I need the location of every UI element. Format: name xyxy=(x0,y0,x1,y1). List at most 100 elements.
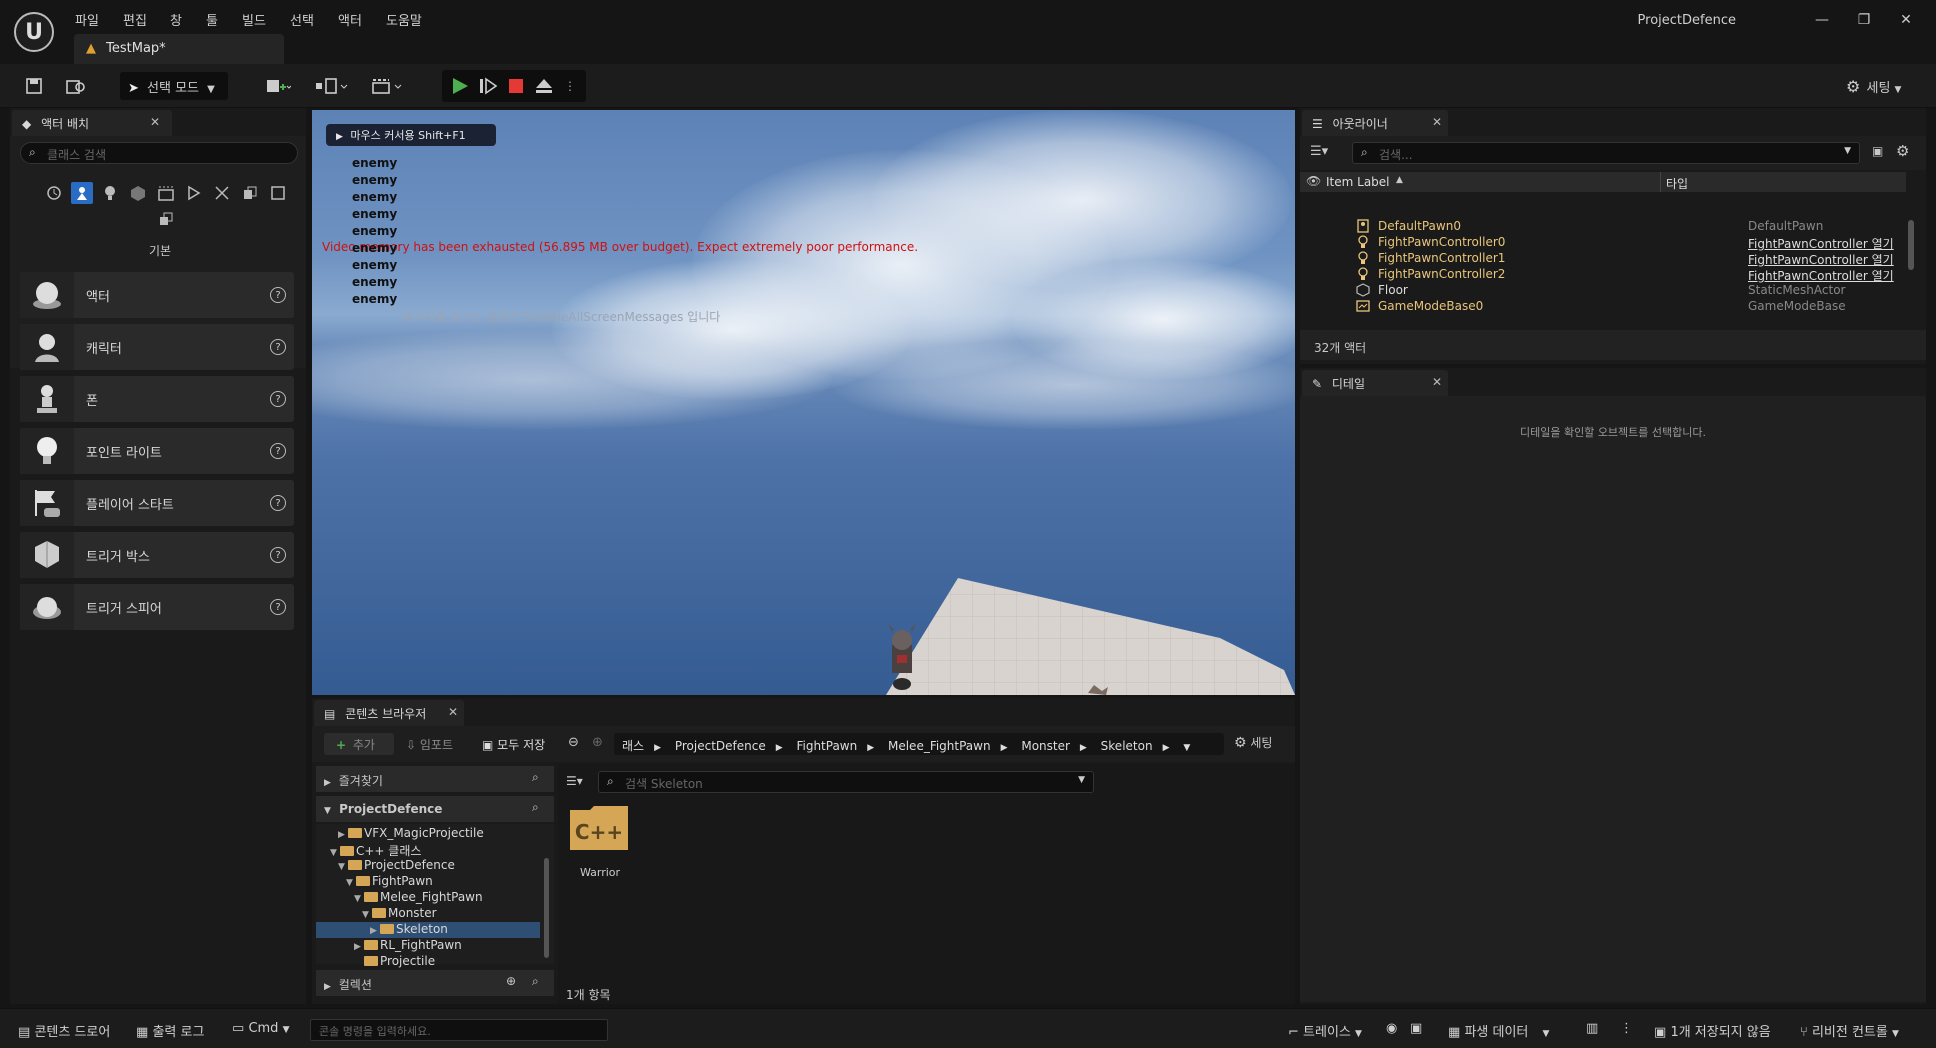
place-item-actor[interactable]: 액터 ? xyxy=(20,272,294,318)
tree-scrollbar[interactable] xyxy=(544,858,549,958)
col-item-label[interactable]: Item Label xyxy=(1326,175,1390,189)
place-item-player-start[interactable]: 플레이어 스타트 ? xyxy=(20,480,294,526)
add-actor-icon[interactable] xyxy=(258,72,298,100)
folder-tree-item[interactable]: ▼ FightPawn xyxy=(316,874,540,890)
chevron-right-icon[interactable]: ▶ xyxy=(338,830,348,840)
chevron-down-icon[interactable]: ▼ xyxy=(1078,775,1085,785)
more-options-icon[interactable]: ⋮ xyxy=(1620,1021,1633,1036)
breadcrumb-item[interactable]: FightPawn xyxy=(796,739,857,753)
class-search-input[interactable]: ⌕ 클래스 검색 xyxy=(20,142,298,164)
chevron-down-icon[interactable]: ▼ xyxy=(362,910,372,920)
folder-tree-item[interactable]: ▼ Melee_FightPawn xyxy=(316,890,540,906)
folder-tree-item[interactable]: ▼ Monster xyxy=(316,906,540,922)
breadcrumb-item[interactable]: Skeleton xyxy=(1101,739,1153,753)
outliner-scrollbar[interactable] xyxy=(1908,220,1914,270)
chevron-down-icon[interactable]: ▼ xyxy=(1183,743,1190,753)
close-icon[interactable]: ✕ xyxy=(1432,375,1442,389)
revision-control-button[interactable]: ⑂ 리비전 컨트롤 ▼ xyxy=(1800,1021,1899,1040)
record-icon[interactable]: ◉ xyxy=(1386,1021,1397,1036)
menu-help[interactable]: 도움말 xyxy=(386,10,422,29)
chevron-down-icon[interactable]: ▼ xyxy=(338,862,348,872)
breadcrumb-item[interactable]: ProjectDefence xyxy=(675,739,766,753)
camera-icon[interactable]: ▣ xyxy=(1410,1021,1422,1036)
help-icon[interactable]: ? xyxy=(270,287,286,303)
folder-tree-item[interactable]: ▶ RL_FightPawn xyxy=(316,938,540,954)
recent-icon[interactable] xyxy=(43,182,65,204)
level-viewport[interactable]: ▶ 마우스 커서용 Shift+F1 Video memory has been… xyxy=(312,110,1295,695)
import-button[interactable]: ⇩ 임포트 xyxy=(406,736,453,753)
help-icon[interactable]: ? xyxy=(270,339,286,355)
folder-tree-item[interactable]: ▶ Skeleton xyxy=(316,922,540,938)
save-icon[interactable] xyxy=(20,72,48,100)
extra-category-icon[interactable] xyxy=(155,208,177,230)
gear-icon[interactable]: ⚙ xyxy=(1896,142,1909,160)
menu-window[interactable]: 창 xyxy=(170,10,182,29)
play-icon[interactable] xyxy=(448,74,472,98)
unsaved-button[interactable]: ▣ 1개 저장되지 않음 xyxy=(1654,1021,1771,1040)
menu-edit[interactable]: 편집 xyxy=(123,10,147,29)
chevron-down-icon[interactable]: ▼ xyxy=(1844,146,1851,156)
step-icon[interactable] xyxy=(476,74,500,98)
col-type[interactable]: 타입 xyxy=(1666,175,1688,192)
visual-effects-icon[interactable] xyxy=(183,182,205,204)
volumes-icon[interactable] xyxy=(211,182,233,204)
place-item-trigger-box[interactable]: 트리거 박스 ? xyxy=(20,532,294,578)
asset-tile-warrior[interactable]: C++ Warrior xyxy=(566,802,634,884)
menu-select[interactable]: 선택 xyxy=(290,10,314,29)
cmd-selector[interactable]: ▭ Cmd ▼ xyxy=(232,1021,290,1036)
chevron-down-icon[interactable]: ▼ xyxy=(346,878,356,888)
cinematics-icon[interactable] xyxy=(368,72,408,100)
save-all-button[interactable]: ▣ 모두 저장 xyxy=(482,736,545,753)
help-icon[interactable]: ? xyxy=(270,391,286,407)
folder-tree-item[interactable]: Projectile xyxy=(316,954,540,970)
details-tab[interactable]: ✎ 디테일 ✕ xyxy=(1302,370,1448,396)
all-classes-icon[interactable] xyxy=(239,182,261,204)
project-header[interactable]: ▼ ProjectDefence ⌕ xyxy=(316,796,554,822)
outliner-tab[interactable]: ☰ 아웃라이너 ✕ xyxy=(1302,110,1448,136)
lights-icon[interactable] xyxy=(99,182,121,204)
asset-search-input[interactable]: ⌕ 검색 Skeleton ▼ xyxy=(598,771,1094,793)
outliner-search-input[interactable]: ⌕ 검색... ▼ xyxy=(1352,142,1860,164)
shapes-icon[interactable] xyxy=(127,182,149,204)
cb-settings-button[interactable]: ⚙ 세팅 xyxy=(1234,734,1272,751)
add-button[interactable]: + 추가 xyxy=(324,733,394,755)
basic-category-icon[interactable] xyxy=(71,182,93,204)
collections-header[interactable]: ▶ 컬렉션 ⊕ ⌕ xyxy=(316,970,554,996)
favorites-header[interactable]: ▶ 즐겨찾기 ⌕ xyxy=(316,766,554,792)
mode-select-button[interactable]: ➤ 선택 모드 ▼ xyxy=(120,72,228,100)
stop-icon[interactable] xyxy=(504,74,528,98)
frame-icon[interactable] xyxy=(267,182,289,204)
breadcrumb-item[interactable]: Melee_FightPawn xyxy=(888,739,991,753)
menu-actor[interactable]: 액터 xyxy=(338,10,362,29)
help-icon[interactable]: ? xyxy=(270,495,286,511)
trace-button[interactable]: ⌐ 트레이스 ▼ xyxy=(1288,1021,1362,1040)
derived-data-button[interactable]: ▦ 파생 데이터 ▼ xyxy=(1448,1021,1549,1040)
close-icon[interactable]: ✕ xyxy=(448,705,458,719)
close-window-icon[interactable]: ✕ xyxy=(1888,8,1924,32)
search-icon[interactable]: ⌕ xyxy=(532,800,539,815)
chevron-down-icon[interactable]: ▼ xyxy=(354,894,364,904)
browse-icon[interactable] xyxy=(62,72,90,100)
breadcrumb-item[interactable]: 래스 xyxy=(622,739,644,753)
menu-tools[interactable]: 툴 xyxy=(206,10,218,29)
minimize-icon[interactable]: — xyxy=(1804,8,1840,32)
breadcrumb-item[interactable]: Monster xyxy=(1021,739,1070,753)
menu-file[interactable]: 파일 xyxy=(75,10,99,29)
output-log-button[interactable]: ▦ 출력 로그 xyxy=(136,1021,204,1040)
blueprint-icon[interactable] xyxy=(312,72,352,100)
place-item-point-light[interactable]: 포인트 라이트 ? xyxy=(20,428,294,474)
new-folder-icon[interactable]: ▣ xyxy=(1872,144,1883,158)
content-drawer-button[interactable]: ▤ 콘텐츠 드로어 xyxy=(18,1021,110,1040)
folder-tree-item[interactable]: ▼ C++ 클래스 xyxy=(316,842,540,858)
console-input[interactable]: 콘솔 명령을 입력하세요. xyxy=(310,1019,608,1041)
outliner-row[interactable]: GameModeBase0 GameModeBase xyxy=(1302,296,1908,316)
close-icon[interactable]: ✕ xyxy=(150,115,160,129)
unreal-logo-icon[interactable]: U xyxy=(14,12,54,52)
folder-tree-item[interactable]: ▼ ProjectDefence xyxy=(316,858,540,874)
help-icon[interactable]: ? xyxy=(270,443,286,459)
mouse-cursor-hint-button[interactable]: ▶ 마우스 커서용 Shift+F1 xyxy=(326,124,496,146)
chevron-down-icon[interactable]: ▼ xyxy=(330,848,340,858)
place-item-trigger-sphere[interactable]: 트리거 스피어 ? xyxy=(20,584,294,630)
filter-icon[interactable]: ☰▾ xyxy=(1310,144,1328,159)
settings-button[interactable]: ⚙ 세팅 ▼ xyxy=(1846,72,1918,100)
